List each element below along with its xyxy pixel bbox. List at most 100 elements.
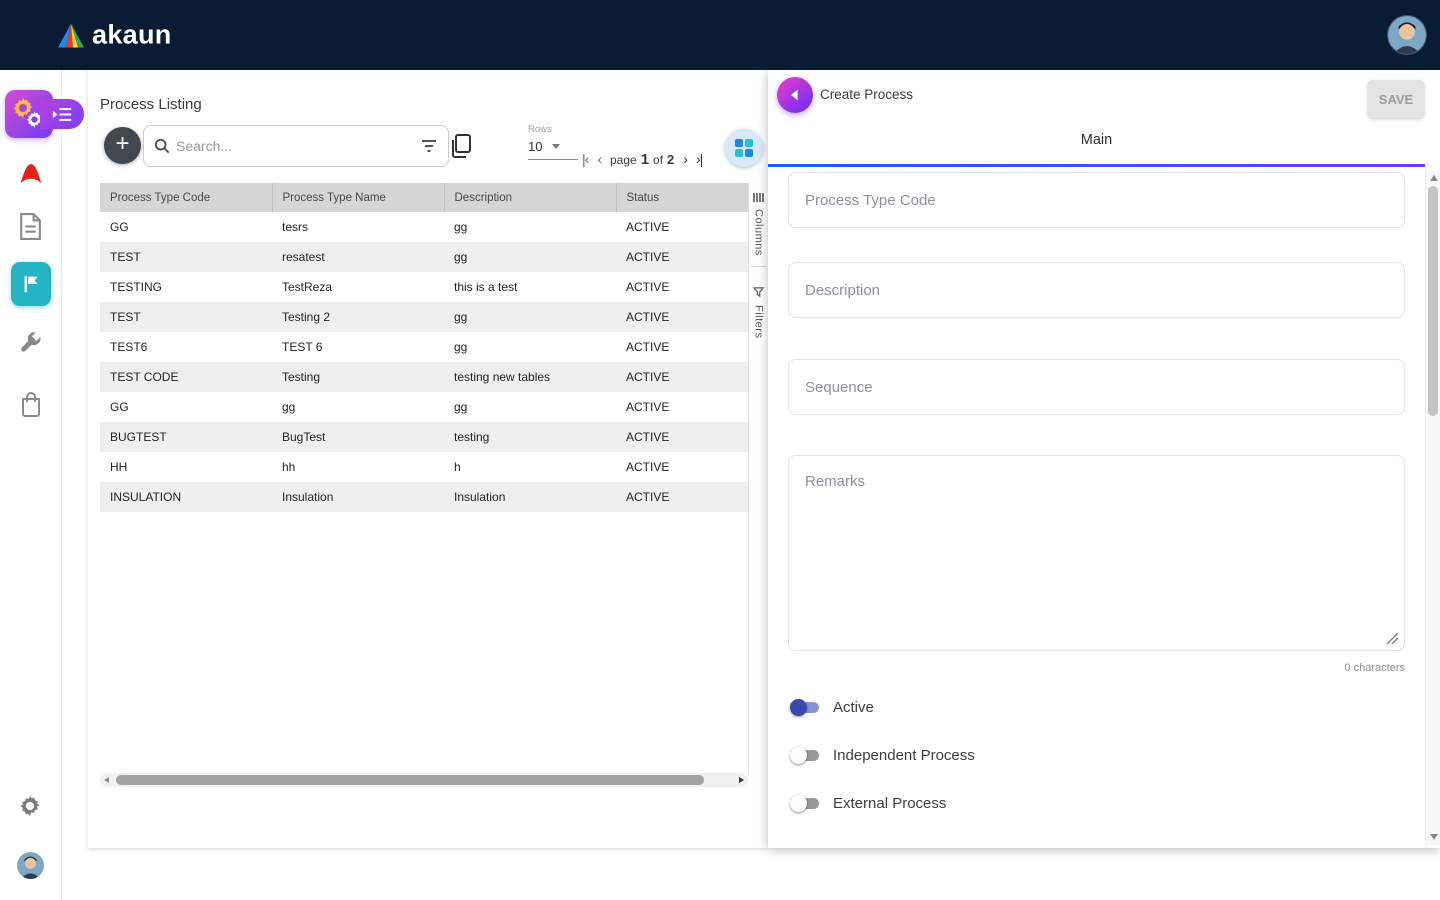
sequence-field[interactable] [789,360,1404,414]
table-cell: gg [272,392,444,422]
topbar: akaun [0,0,1440,70]
page-word: page [610,153,637,167]
table-cell: gg [444,302,616,332]
horizontal-scrollbar[interactable] [100,773,748,787]
table-row[interactable]: GGtesrsggACTIVE [100,212,748,242]
table-row[interactable]: TEST6TEST 6ggACTIVE [100,332,748,362]
table-row[interactable]: TESTINGTestRezathis is a testACTIVE [100,272,748,302]
column-header[interactable]: Description [444,183,616,212]
table-row[interactable]: TEST CODETestingtesting new tablesACTIVE [100,362,748,392]
add-process-button[interactable]: + [104,127,141,164]
independent-process-toggle[interactable] [790,747,820,764]
filters-label: Filters [753,305,765,338]
sidebar-item-process-active[interactable] [11,262,51,306]
grid-view-button[interactable] [725,129,763,167]
sidebar-profile-avatar[interactable] [17,852,44,879]
back-button[interactable] [777,77,813,113]
drag-handle-icon [753,193,764,202]
process-table-body: GGtesrsggACTIVETESTresatestggACTIVETESTI… [100,212,748,512]
toggle-row-external: External Process [790,790,946,816]
column-header[interactable]: Process Type Code [100,183,272,212]
remarks-field-wrap [788,455,1405,651]
user-avatar-image [1388,16,1426,54]
document-icon [18,212,43,241]
menu-open-icon [52,107,72,122]
sidebar-item-tools[interactable] [17,330,43,356]
independent-process-toggle-label: Independent Process [833,747,975,764]
funnel-icon [753,287,764,298]
save-button[interactable]: SAVE [1368,80,1424,118]
last-page-button[interactable]: ›| [696,151,702,167]
user-avatar[interactable] [1388,16,1426,54]
columns-control[interactable]: Columns [749,183,768,256]
total-pages: 2 [667,152,674,167]
table-side-strip: Columns Filters [748,183,768,775]
active-toggle[interactable] [790,699,820,716]
table-cell: testing new tables [444,362,616,392]
tab-main[interactable]: Main [768,132,1425,148]
sidebar-item-products[interactable] [19,390,43,418]
table-cell: GG [100,392,272,422]
filter-list-button[interactable] [420,139,438,153]
vertical-scroll-thumb[interactable] [1428,186,1438,416]
horizontal-scroll-thumb[interactable] [116,775,704,785]
table-row[interactable]: HHhhhACTIVE [100,452,748,482]
resize-handle-icon[interactable] [1387,633,1398,644]
bag-icon [19,391,43,418]
duplicate-view-button[interactable] [448,132,474,160]
back-arrow-icon [787,87,803,103]
sidebar-item-pdf[interactable] [17,158,45,188]
column-header[interactable]: Process Type Name [272,183,444,212]
vertical-scrollbar[interactable] [1425,170,1440,845]
table-row[interactable]: INSULATIONInsulationInsulationACTIVE [100,482,748,512]
table-cell: gg [444,392,616,422]
table-cell: Testing 2 [272,302,444,332]
table-row[interactable]: TESTresatestggACTIVE [100,242,748,272]
brand-triangle-icon [58,23,84,47]
toggle-row-independent: Independent Process [790,742,975,768]
filters-control[interactable]: Filters [749,277,768,338]
table-cell: TEST [100,302,272,332]
scroll-up-icon[interactable] [1430,175,1438,181]
profile-avatar-image [17,852,44,879]
table-row[interactable]: TESTTesting 2ggACTIVE [100,302,748,332]
external-process-toggle[interactable] [790,795,820,812]
first-page-button[interactable]: |‹ [582,151,588,167]
listing-title: Process Listing [100,96,202,113]
table-row[interactable]: GGggggACTIVE [100,392,748,422]
search-input[interactable] [176,138,414,154]
sidebar-item-documents[interactable] [18,212,43,241]
column-header[interactable]: Status [616,183,748,212]
scroll-right-icon[interactable] [739,777,744,783]
sidebar-expand-button[interactable] [40,99,84,129]
remarks-field[interactable] [789,456,1404,650]
scroll-down-icon[interactable] [1430,834,1438,840]
table-row[interactable]: BUGTESTBugTesttestingACTIVE [100,422,748,452]
search-icon [154,138,170,154]
table-cell: TEST 6 [272,332,444,362]
table-cell: resatest [272,242,444,272]
toggle-knob [790,747,807,764]
description-field[interactable] [789,263,1404,317]
description-field-wrap [788,262,1405,318]
table-cell: HH [100,452,272,482]
settings-gear-icon [18,794,42,818]
process-type-code-field[interactable] [789,173,1404,227]
prev-page-button[interactable]: ‹ [597,151,601,167]
scroll-left-icon[interactable] [104,777,109,783]
table-cell: BugTest [272,422,444,452]
brand-logo[interactable]: akaun [58,20,172,51]
table-cell: INSULATION [100,482,272,512]
app-root: akaun [0,0,1440,900]
next-page-button[interactable]: › [683,151,687,167]
sidebar-item-settings[interactable] [18,794,42,818]
process-type-code-field-wrap [788,172,1405,228]
table-cell: ACTIVE [616,272,748,302]
rows-per-page-select[interactable]: Rows 10 [528,124,578,160]
table-cell: tesrs [272,212,444,242]
table-cell: ACTIVE [616,422,748,452]
process-table: Process Type CodeProcess Type NameDescri… [100,183,748,512]
toggle-row-active: Active [790,694,874,720]
table-cell: ACTIVE [616,332,748,362]
pdf-icon [17,159,45,187]
